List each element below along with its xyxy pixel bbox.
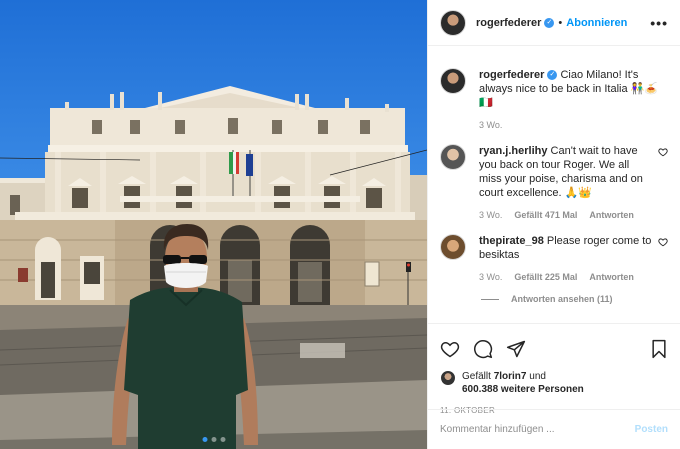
reply-button[interactable]: Antworten <box>589 208 634 222</box>
comment-likes[interactable]: Gefällt 225 Mal <box>514 270 577 284</box>
likes-first-user[interactable]: 7lorin7 <box>494 371 527 382</box>
list-item: thepirate_98 Please roger come to besikt… <box>440 234 668 284</box>
avatar[interactable] <box>440 68 466 94</box>
caption-flag: 🇮🇹 <box>479 97 493 109</box>
avatar[interactable] <box>440 144 466 170</box>
comment-username[interactable]: thepirate_98 <box>479 235 544 247</box>
likes-connector: und <box>529 371 546 382</box>
bookmark-icon[interactable] <box>650 339 668 359</box>
comment-likes[interactable]: Gefällt 471 Mal <box>514 208 577 222</box>
instagram-post: rogerfederer ✓ • Abonnieren ••• rogerfed… <box>0 0 680 449</box>
follow-button[interactable]: Abonnieren <box>566 17 627 29</box>
post-header: rogerfederer ✓ • Abonnieren ••• <box>428 0 680 46</box>
carousel-indicator <box>202 437 225 442</box>
verified-badge-icon: ✓ <box>547 70 558 81</box>
comment-input[interactable] <box>440 424 635 435</box>
heart-icon[interactable] <box>658 237 668 247</box>
carousel-dot-active <box>202 437 207 442</box>
comment-icon[interactable] <box>473 339 493 359</box>
action-icons <box>440 332 668 366</box>
avatar[interactable] <box>440 370 456 386</box>
comment-time[interactable]: 3 Wo. <box>479 208 502 222</box>
la-scala-photo <box>0 86 427 449</box>
avatar[interactable] <box>440 9 466 36</box>
caption: rogerfederer ✓ Ciao Milano! It's always n… <box>440 68 668 132</box>
carousel-dot <box>211 437 216 442</box>
list-item: ryan.j.herlihy Can't wait to have you ba… <box>440 144 668 222</box>
header-username[interactable]: rogerfederer <box>476 17 541 29</box>
caption-username[interactable]: rogerfederer <box>479 69 544 81</box>
comments-section: rogerfederer ✓ Ciao Milano! It's always n… <box>428 46 680 323</box>
caption-time[interactable]: 3 Wo. <box>479 118 502 132</box>
likes-summary: Gefällt 7lorin7 und 600.388 weitere Pers… <box>440 370 668 396</box>
view-replies-button[interactable]: Antworten ansehen (11) <box>481 294 668 304</box>
comment-time[interactable]: 3 Wo. <box>479 270 502 284</box>
heart-icon[interactable] <box>658 147 668 157</box>
caption-meta: 3 Wo. <box>479 118 668 132</box>
post-button[interactable]: Posten <box>635 424 668 435</box>
comment-meta: 3 Wo. Gefällt 471 Mal Antworten <box>479 208 652 222</box>
comment-username[interactable]: ryan.j.herlihy <box>479 145 547 157</box>
likes-prefix: Gefällt <box>462 371 491 382</box>
like-heart-icon[interactable] <box>440 339 460 359</box>
post-side-panel: rogerfederer ✓ • Abonnieren ••• rogerfed… <box>427 0 680 449</box>
carousel-dot <box>220 437 225 442</box>
add-comment-bar: Posten <box>428 409 680 449</box>
header-separator: • <box>558 16 563 29</box>
likes-others[interactable]: 600.388 weitere Personen <box>462 384 584 395</box>
view-replies-label: Antworten ansehen (11) <box>511 294 613 304</box>
post-photo[interactable] <box>0 0 427 449</box>
reply-button[interactable]: Antworten <box>589 270 634 284</box>
avatar[interactable] <box>440 234 466 260</box>
comment-meta: 3 Wo. Gefällt 225 Mal Antworten <box>479 270 652 284</box>
share-icon[interactable] <box>506 339 526 359</box>
more-horizontal-icon[interactable]: ••• <box>650 15 668 31</box>
verified-badge-icon: ✓ <box>544 17 555 28</box>
divider <box>481 298 499 300</box>
